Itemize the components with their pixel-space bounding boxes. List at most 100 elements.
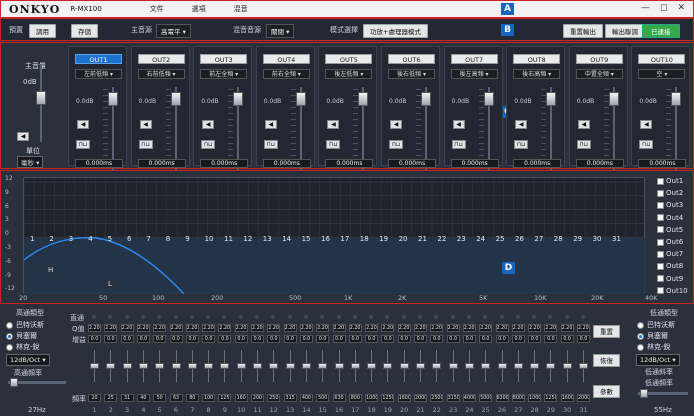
store-button[interactable]: 存儲: [71, 24, 98, 38]
freq-value-cell[interactable]: 630: [332, 394, 346, 402]
mute-icon[interactable]: ◀: [515, 120, 528, 129]
freq-value-cell[interactable]: 20000: [577, 394, 590, 402]
band-fader-knob[interactable]: [399, 363, 409, 369]
fader-knob[interactable]: [671, 92, 682, 106]
freq-value-cell[interactable]: 80: [185, 394, 199, 402]
phase-icon[interactable]: ⊓⊔: [451, 140, 466, 149]
band-fader-knob[interactable]: [269, 363, 279, 369]
fader-knob[interactable]: [483, 92, 494, 106]
bypass-toggle[interactable]: [515, 315, 520, 319]
legend-checkbox[interactable]: [657, 226, 664, 234]
q-value-cell[interactable]: 2.201: [88, 324, 101, 332]
gain-value-cell[interactable]: 0.0: [136, 335, 150, 343]
bypass-toggle[interactable]: [581, 315, 585, 319]
channel-delay-value[interactable]: 0.000ms: [575, 159, 624, 168]
q-value-cell[interactable]: 2.201: [202, 324, 216, 332]
gain-value-cell[interactable]: 0.0: [430, 335, 444, 343]
band-gain-fader[interactable]: [170, 350, 183, 382]
q-value-cell[interactable]: 2.201: [185, 324, 199, 332]
q-value-cell[interactable]: 2.201: [153, 324, 167, 332]
channel-delay-value[interactable]: 0.000ms: [388, 159, 436, 168]
band-fader-knob[interactable]: [464, 363, 474, 369]
freq-value-cell[interactable]: 4000: [462, 394, 476, 402]
gain-value-cell[interactable]: 0.0: [169, 335, 183, 343]
gain-value-cell[interactable]: 0.0: [528, 335, 542, 343]
band-fader-knob[interactable]: [318, 363, 328, 369]
band-gain-fader[interactable]: [544, 350, 557, 382]
eq-params-button[interactable]: 參數: [593, 385, 620, 398]
hp-type-bessel[interactable]: 貝塞爾: [6, 331, 37, 341]
band-fader-knob[interactable]: [204, 363, 214, 369]
gain-value-cell[interactable]: 0.0: [397, 335, 411, 343]
band-gain-fader[interactable]: [398, 350, 411, 382]
mute-icon[interactable]: ◀: [77, 120, 89, 129]
gain-value-cell[interactable]: 0.0: [88, 335, 101, 343]
band-gain-fader[interactable]: [284, 350, 297, 382]
band-fader-knob[interactable]: [301, 363, 311, 369]
bypass-toggle[interactable]: [369, 315, 374, 319]
gain-value-cell[interactable]: 0.0: [104, 335, 118, 343]
freq-value-cell[interactable]: 315: [283, 394, 297, 402]
legend-item[interactable]: Out8: [657, 262, 683, 270]
q-value-cell[interactable]: 2.201: [511, 324, 525, 332]
band-gain-fader[interactable]: [104, 350, 117, 382]
phase-icon[interactable]: ⊓⊔: [326, 140, 341, 149]
bypass-toggle[interactable]: [140, 315, 145, 319]
legend-item[interactable]: Out4: [657, 214, 683, 222]
phase-icon[interactable]: ⊓⊔: [576, 140, 591, 149]
eq-reset-button[interactable]: 重置: [593, 325, 620, 338]
band-gain-fader[interactable]: [218, 350, 231, 382]
q-value-cell[interactable]: 2.201: [120, 324, 134, 332]
bypass-toggle[interactable]: [466, 315, 471, 319]
freq-value-cell[interactable]: 12500: [544, 394, 558, 402]
channel-delay-value[interactable]: 0.000ms: [200, 159, 249, 168]
channel-delay-value[interactable]: 0.000ms: [137, 159, 186, 168]
band-gain-fader[interactable]: [300, 350, 313, 382]
connected-button[interactable]: 已連接: [642, 24, 680, 38]
bypass-toggle[interactable]: [320, 315, 325, 319]
freq-value-cell[interactable]: 800: [348, 394, 362, 402]
q-value-cell[interactable]: 2.201: [560, 324, 574, 332]
gain-value-cell[interactable]: 0.0: [479, 335, 493, 343]
gain-value-cell[interactable]: 0.0: [495, 335, 509, 343]
band-fader-knob[interactable]: [155, 363, 165, 369]
bypass-toggle[interactable]: [401, 315, 406, 319]
legend-checkbox[interactable]: [657, 287, 664, 295]
band-gain-fader[interactable]: [561, 350, 574, 382]
freq-value-cell[interactable]: 8000: [511, 394, 525, 402]
band-fader-knob[interactable]: [497, 363, 507, 369]
bypass-toggle[interactable]: [255, 315, 259, 319]
mute-icon[interactable]: ◀: [640, 120, 653, 129]
q-value-cell[interactable]: 2.201: [495, 324, 509, 332]
band-gain-fader[interactable]: [333, 350, 346, 382]
q-value-cell[interactable]: 2.201: [267, 324, 281, 332]
channel-delay-value[interactable]: 0.000ms: [638, 159, 687, 168]
q-value-cell[interactable]: 2.201: [577, 324, 590, 332]
q-value-cell[interactable]: 2.201: [316, 324, 330, 332]
eq-plot[interactable]: 1 2 3 4 5 6 7 8 9 10 11 12 13 14 15 16 17 18 19 20 21 22 23 24 2…: [23, 177, 647, 295]
legend-checkbox[interactable]: [657, 250, 664, 258]
bypass-toggle[interactable]: [418, 315, 422, 319]
gain-value-cell[interactable]: 0.0: [120, 335, 134, 343]
menu-mix[interactable]: 混音: [234, 4, 248, 14]
band-fader-knob[interactable]: [383, 363, 393, 369]
legend-item[interactable]: Out10: [657, 287, 688, 295]
freq-value-cell[interactable]: 160: [234, 394, 248, 402]
gain-value-cell[interactable]: 0.0: [299, 335, 313, 343]
hp-slope-select[interactable]: 12dB/Oct ▾: [6, 354, 50, 366]
band-fader-knob[interactable]: [138, 363, 148, 369]
freq-value-cell[interactable]: 50: [153, 394, 167, 402]
band-gain-fader[interactable]: [479, 350, 492, 382]
gain-value-cell[interactable]: 0.0: [462, 335, 476, 343]
maximize-icon[interactable]: ◻: [660, 3, 667, 13]
band-fader-knob[interactable]: [334, 363, 344, 369]
q-value-cell[interactable]: 2.201: [104, 324, 118, 332]
freq-value-cell[interactable]: 3150: [446, 394, 460, 402]
output-select-button[interactable]: OUT9: [575, 54, 623, 64]
band-fader-knob[interactable]: [579, 363, 588, 369]
band-gain-fader[interactable]: [316, 350, 329, 382]
band-gain-fader[interactable]: [447, 350, 460, 382]
legend-checkbox[interactable]: [657, 262, 664, 270]
gain-value-cell[interactable]: 0.0: [202, 335, 216, 343]
output-select-button[interactable]: OUT4: [262, 54, 310, 64]
